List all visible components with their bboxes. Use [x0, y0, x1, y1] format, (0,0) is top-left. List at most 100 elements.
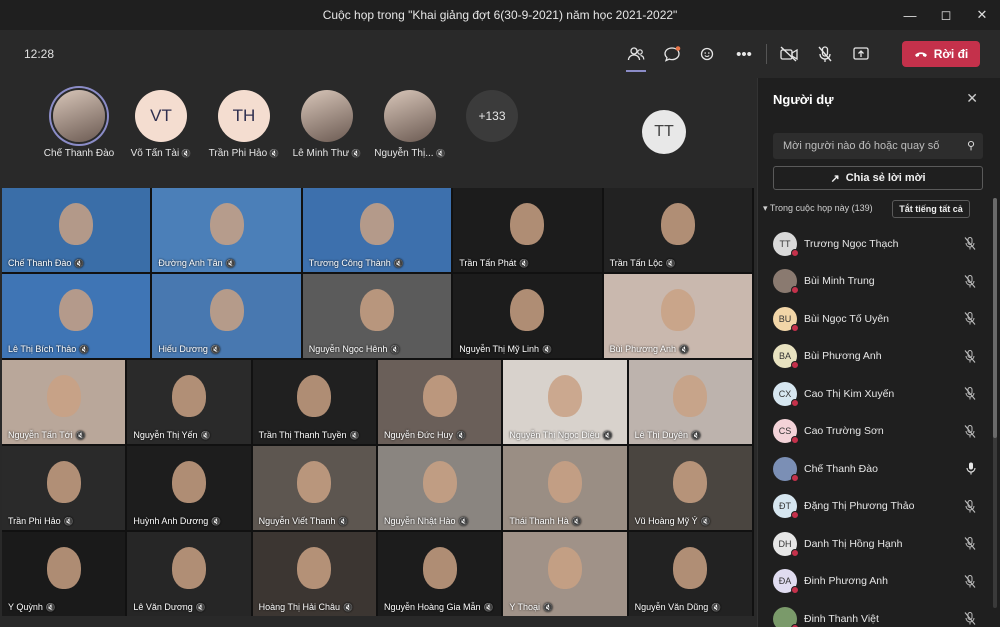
presence-badge [791, 248, 799, 257]
leave-button[interactable]: Rời đi [902, 41, 980, 67]
video-tile[interactable]: Lê Thị Duyên 🔇 [628, 360, 752, 444]
meeting-timer: 12:28 [24, 47, 55, 61]
avatar-item[interactable]: Lê Minh Thư 🔇 [285, 90, 369, 159]
mic-off-icon[interactable] [964, 387, 976, 403]
invite-search-input[interactable]: Mời người nào đó hoặc quay số ⚲ [773, 133, 983, 159]
video-tile[interactable]: Y Quỳnh 🔇 [2, 532, 126, 616]
avatar: BU [773, 306, 799, 332]
tile-name: Nguyễn Văn Dũng [634, 602, 709, 612]
share-screen-icon[interactable] [843, 38, 879, 70]
panel-close-icon[interactable]: ✕ [966, 90, 978, 107]
video-tile[interactable]: Chế Thanh Đào 🔇 [2, 188, 151, 272]
tile-name-label: Trương Công Thành 🔇 [309, 258, 404, 268]
video-tile[interactable]: Hiếu Dương 🔇 [152, 274, 301, 358]
mic-off-icon[interactable] [964, 574, 976, 591]
participant-video [59, 289, 94, 332]
avatar-item[interactable]: Nguyễn Thị... 🔇 [368, 90, 452, 159]
mic-off-icon[interactable] [964, 424, 976, 441]
video-tile[interactable]: Nguyễn Viết Thanh 🔇 [252, 446, 376, 530]
mic-off-icon[interactable] [807, 38, 843, 70]
video-tile[interactable]: Huỳnh Anh Dương 🔇 [127, 446, 251, 530]
minimize-icon[interactable]: — [892, 0, 928, 30]
video-tile[interactable]: Nguyễn Đức Huy 🔇 [378, 360, 502, 444]
avatar-name: Chế Thanh Đào [37, 148, 121, 159]
video-tile[interactable]: Nguyễn Thị Mỹ Linh 🔇 [453, 274, 602, 358]
video-tile[interactable]: Nguyễn Tấn Tới 🔇 [2, 360, 126, 444]
mic-off-icon[interactable] [964, 274, 976, 291]
presence-badge [791, 436, 799, 445]
participant-row[interactable]: CS Cao Trường Sơn [773, 413, 988, 451]
mic-off-icon[interactable] [964, 237, 976, 253]
avatar-item[interactable]: TH Trần Phi Hảo 🔇 [202, 90, 286, 159]
video-tile[interactable]: Lê Văn Dương 🔇 [127, 532, 251, 616]
video-tile[interactable]: Trần Tấn Lộc 🔇 [603, 188, 752, 272]
mic-off-icon: 🔇 [433, 149, 446, 158]
tile-name-label: Trần Phi Hảo 🔇 [8, 516, 74, 526]
participant-row[interactable]: Đinh Thanh Việt [773, 600, 988, 627]
mic-off-icon[interactable] [964, 499, 976, 516]
video-tile[interactable]: Trần Tấn Phát 🔇 [453, 188, 602, 272]
tile-name: Nguyễn Thị Yến [133, 430, 198, 440]
video-tile[interactable]: Lê Thị Bích Thảo 🔇 [2, 274, 151, 358]
video-tile[interactable]: Trần Thị Thanh Tuyền 🔇 [252, 360, 376, 444]
avatar-name-text: Chế Thanh Đào [43, 148, 115, 159]
scrollbar-thumb[interactable] [993, 198, 997, 438]
chat-icon[interactable] [654, 38, 690, 70]
participant-row[interactable]: Chế Thanh Đào [773, 450, 988, 488]
mic-off-icon: 🔇 [542, 345, 553, 354]
mic-off-icon: 🔇 [571, 517, 582, 526]
video-tile[interactable]: Nguyễn Thị Ngọc Diệu 🔇 [503, 360, 627, 444]
participant-row[interactable]: DH Danh Thị Hồng Hạnh [773, 525, 988, 563]
panel-scrollbar[interactable] [993, 198, 997, 608]
avatar-initials: ĐA [778, 576, 792, 587]
mic-off-icon: 🔇 [602, 431, 613, 440]
video-tile[interactable]: Y Thoại 🔇 [503, 532, 627, 616]
tile-name: Hiếu Dương [158, 344, 208, 354]
video-tile[interactable]: Vũ Hoàng Mỹ Ý 🔇 [628, 446, 752, 530]
more-participants-avatar[interactable]: +133 [450, 90, 534, 142]
participant-row[interactable]: Bùi Minh Trung [773, 263, 988, 301]
participant-row[interactable]: BA Bùi Phương Anh [773, 338, 988, 376]
mic-off-icon[interactable] [964, 537, 976, 553]
avatar-item[interactable]: VT Võ Tấn Tài 🔇 [119, 90, 203, 159]
share-invite-button[interactable]: ↗ Chia sẻ lời mời [773, 166, 983, 190]
close-icon[interactable]: ✕ [964, 0, 1000, 30]
video-tile[interactable]: Trương Công Thành 🔇 [302, 188, 452, 272]
mic-off-icon[interactable] [964, 312, 976, 328]
tile-name: Nguyễn Thị Ngọc Diệu [509, 430, 600, 440]
video-tile[interactable]: Nguyễn Văn Dũng 🔇 [628, 532, 752, 616]
more-icon[interactable]: ••• [726, 38, 762, 70]
people-icon[interactable] [618, 38, 654, 72]
mic-on-icon[interactable] [966, 462, 976, 478]
video-tile[interactable]: Thái Thanh Hà 🔇 [503, 446, 627, 530]
participant-video [209, 289, 244, 332]
participant-video [660, 289, 695, 332]
mute-all-button[interactable]: Tắt tiếng tất cả [892, 200, 970, 218]
participant-row[interactable]: CX Cao Thị Kim Xuyến [773, 375, 988, 413]
camera-off-icon[interactable] [771, 38, 807, 70]
mic-off-icon: 🔇 [679, 345, 690, 354]
participant-row[interactable]: TT Trương Ngọc Thạch [773, 225, 988, 263]
reactions-icon[interactable] [690, 38, 726, 70]
video-tile[interactable]: Nguyễn Ngọc Hênh 🔇 [302, 274, 452, 358]
mic-off-icon: 🔇 [45, 603, 56, 612]
phone-hangup-icon [914, 52, 927, 57]
video-tile[interactable]: Nguyễn Thị Yến 🔇 [127, 360, 251, 444]
avatar-item[interactable]: Chế Thanh Đào [37, 90, 121, 159]
participant-row[interactable]: ĐT Đặng Thị Phương Thảo [773, 488, 988, 526]
participant-row[interactable]: BU Bùi Ngọc Tố Uyên [773, 300, 988, 338]
tile-name-label: Lê Thị Duyên 🔇 [635, 430, 701, 440]
video-tile[interactable]: Hoàng Thị Hải Châu 🔇 [252, 532, 376, 616]
tt-avatar[interactable]: TT [642, 110, 686, 154]
mic-off-icon[interactable] [964, 349, 976, 366]
video-tile[interactable]: Nguyễn Nhật Hào 🔇 [378, 446, 502, 530]
video-tile[interactable]: Đường Anh Tân 🔇 [152, 188, 301, 272]
avatar-initials: BA [778, 351, 791, 362]
presence-badge [791, 286, 799, 295]
maximize-icon[interactable]: ◻ [928, 0, 964, 30]
participant-row[interactable]: ĐA Đinh Phương Anh [773, 563, 988, 601]
video-tile[interactable]: Nguyễn Hoàng Gia Mẫn 🔇 [378, 532, 502, 616]
video-tile[interactable]: Bùi Phương Anh 🔇 [603, 274, 752, 358]
video-tile[interactable]: Trần Phi Hảo 🔇 [2, 446, 126, 530]
mic-off-icon[interactable] [964, 612, 976, 627]
